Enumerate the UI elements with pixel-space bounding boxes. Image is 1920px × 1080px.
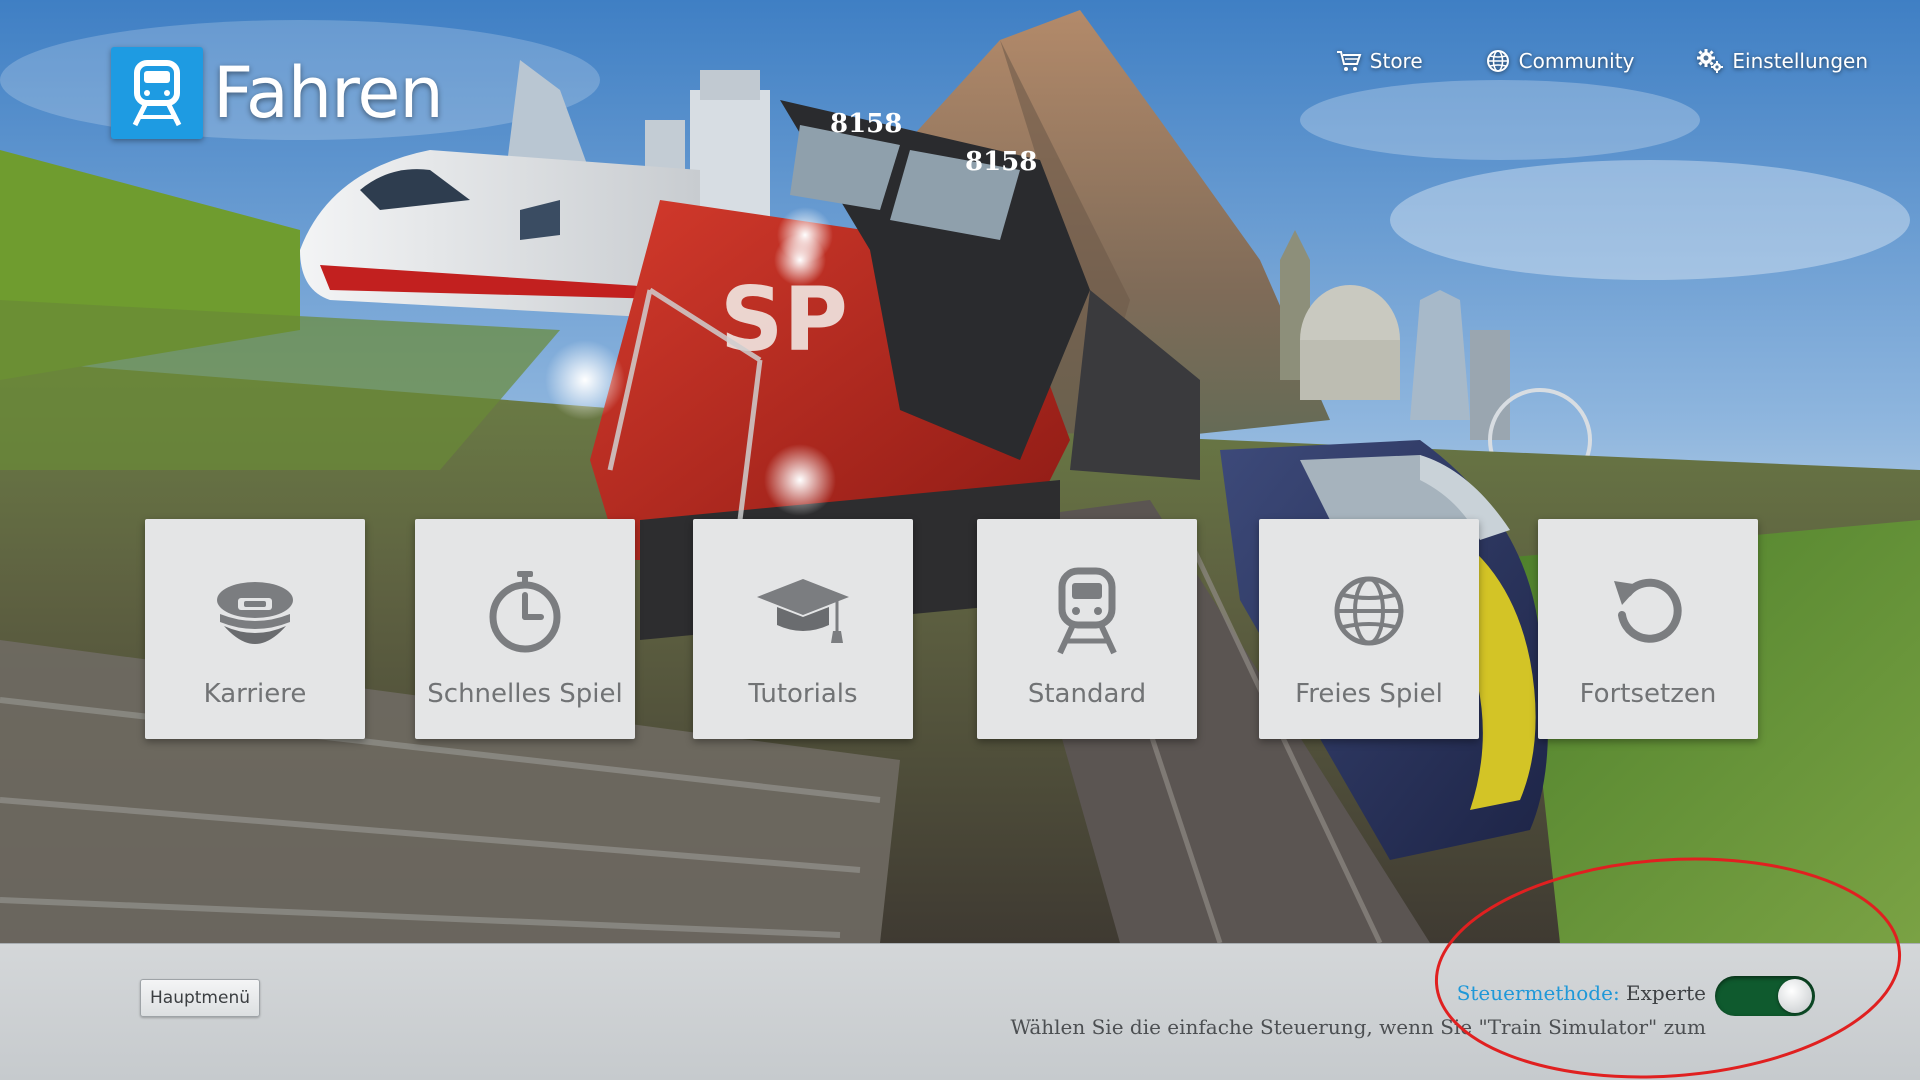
tile-tutorials-label: Tutorials — [748, 679, 858, 709]
nav-store-label: Store — [1369, 49, 1423, 73]
bottom-bar: Hauptmenü Steuermethode: Experte Wählen … — [0, 943, 1920, 1080]
game-mode-tiles: Karriere Schnelles Spiel Tutorials Stand… — [0, 519, 1920, 739]
globe-icon — [1259, 571, 1479, 651]
nav-settings[interactable]: Einstellungen — [1696, 48, 1868, 74]
page-title: Fahren — [213, 52, 444, 134]
tile-freies-spiel-label: Freies Spiel — [1295, 679, 1443, 709]
tile-tutorials[interactable]: Tutorials — [693, 519, 913, 739]
svg-text:8158: 8158 — [965, 147, 1037, 177]
tile-standard-label: Standard — [1027, 679, 1147, 709]
app-window: 8158 8158 SP Fahren Store Community Eins… — [0, 0, 1920, 1080]
tile-fortsetzen-label: Fortsetzen — [1579, 679, 1717, 709]
background-scene: 8158 8158 SP — [0, 0, 1920, 943]
stopwatch-icon — [415, 571, 635, 653]
conductor-cap-icon — [145, 571, 365, 651]
top-nav: Store Community Einstellungen — [1336, 48, 1868, 74]
svg-text:8158: 8158 — [830, 109, 902, 139]
control-method-value: Experte — [1626, 981, 1706, 1005]
train-icon — [977, 567, 1197, 655]
tile-fortsetzen[interactable]: Fortsetzen — [1538, 519, 1758, 739]
gears-icon — [1697, 49, 1724, 73]
scene-art: 8158 8158 SP — [0, 0, 1920, 943]
cart-icon — [1336, 51, 1362, 71]
tile-standard[interactable]: Standard — [977, 519, 1197, 739]
control-method-toggle[interactable] — [1715, 976, 1815, 1016]
tile-freies-spiel[interactable]: Freies Spiel — [1259, 519, 1479, 739]
control-method-display: Steuermethode: Experte — [1457, 981, 1706, 1005]
nav-community[interactable]: Community — [1485, 48, 1635, 74]
toggle-knob[interactable] — [1778, 979, 1812, 1013]
nav-community-label: Community — [1518, 49, 1635, 73]
tile-karriere-label: Karriere — [203, 679, 307, 709]
tile-schnelles-spiel[interactable]: Schnelles Spiel — [415, 519, 635, 739]
control-method-label: Steuermethode: — [1456, 981, 1620, 1005]
tile-karriere[interactable]: Karriere — [145, 519, 365, 739]
train-logo-icon — [111, 47, 203, 139]
control-method-hint: Wählen Sie die einfache Steuerung, wenn … — [1010, 1015, 1707, 1039]
graduation-cap-icon — [693, 571, 913, 651]
nav-store[interactable]: Store — [1336, 48, 1423, 74]
tile-schnelles-spiel-label: Schnelles Spiel — [427, 679, 623, 709]
nav-settings-label: Einstellungen — [1732, 49, 1868, 73]
globe-icon — [1486, 50, 1509, 72]
app-logo: Fahren — [111, 47, 444, 139]
main-menu-button[interactable]: Hauptmenü — [140, 979, 260, 1017]
svg-text:SP: SP — [720, 268, 848, 371]
restart-arrow-icon — [1538, 571, 1758, 651]
